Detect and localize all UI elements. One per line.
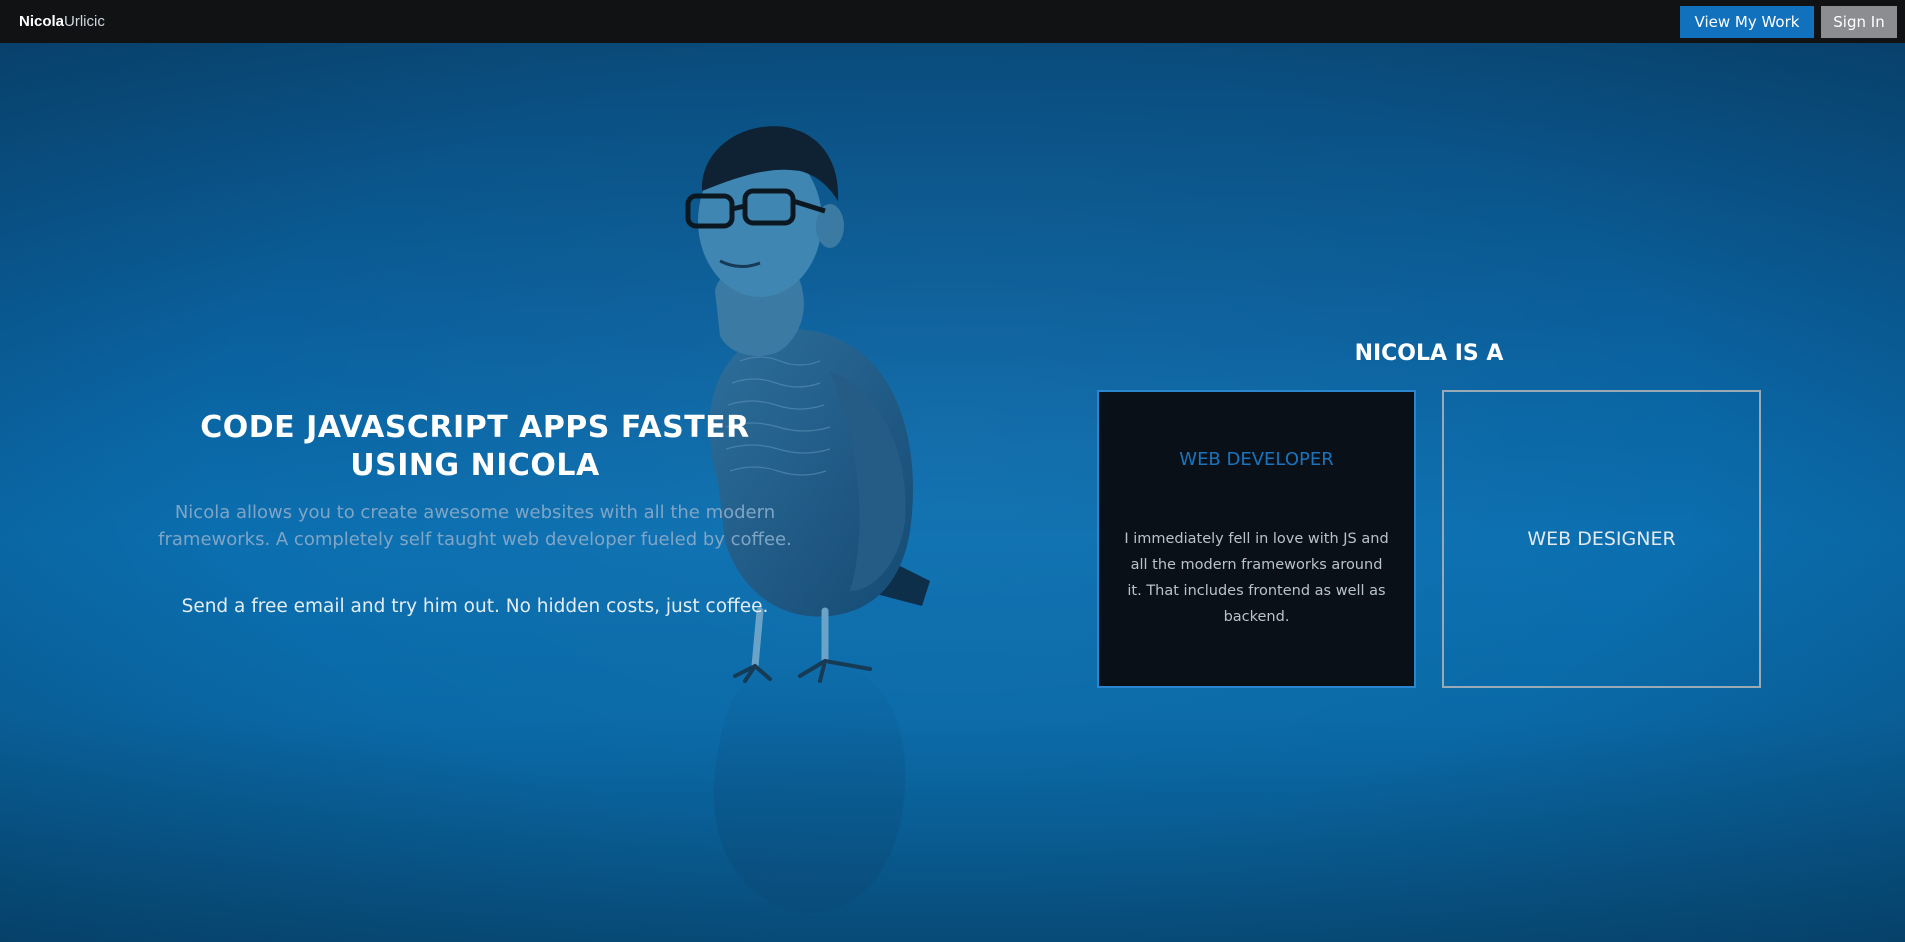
mascot-reflection (713, 656, 906, 914)
brand-last-name: Urlicic (64, 13, 105, 30)
brand-logo[interactable]: NicolaUrlicic (19, 13, 105, 30)
role-card-web-developer[interactable]: WEB DEVELOPER I immediately fell in love… (1097, 390, 1416, 688)
hero-cta-text: Send a free email and try him out. No hi… (181, 596, 769, 617)
top-actions: View My Work Sign In (1680, 5, 1897, 38)
top-navbar: NicolaUrlicic View My Work Sign In (0, 0, 1905, 43)
headline-line-1: CODE JAVASCRIPT APPS FASTER (200, 410, 750, 445)
hero-section: CODE JAVASCRIPT APPS FASTER USING NICOLA… (0, 43, 1905, 942)
hero-lead-text: Nicola allows you to create awesome webs… (158, 502, 792, 550)
sign-in-button[interactable]: Sign In (1821, 5, 1897, 38)
roles-title: NICOLA IS A (1354, 341, 1504, 366)
role-card-web-designer[interactable]: WEB DESIGNER (1442, 390, 1761, 688)
headline-line-2: USING NICOLA (350, 448, 600, 483)
role-card-title: WEB DEVELOPER (1179, 448, 1334, 470)
role-card-title: WEB DESIGNER (1527, 528, 1676, 550)
view-my-work-button[interactable]: View My Work (1680, 5, 1814, 38)
role-card-description: I immediately fell in love with JS and a… (1124, 530, 1389, 625)
hero-headline: CODE JAVASCRIPT APPS FASTER USING NICOLA (150, 409, 800, 485)
brand-first-name: Nicola (19, 13, 65, 30)
